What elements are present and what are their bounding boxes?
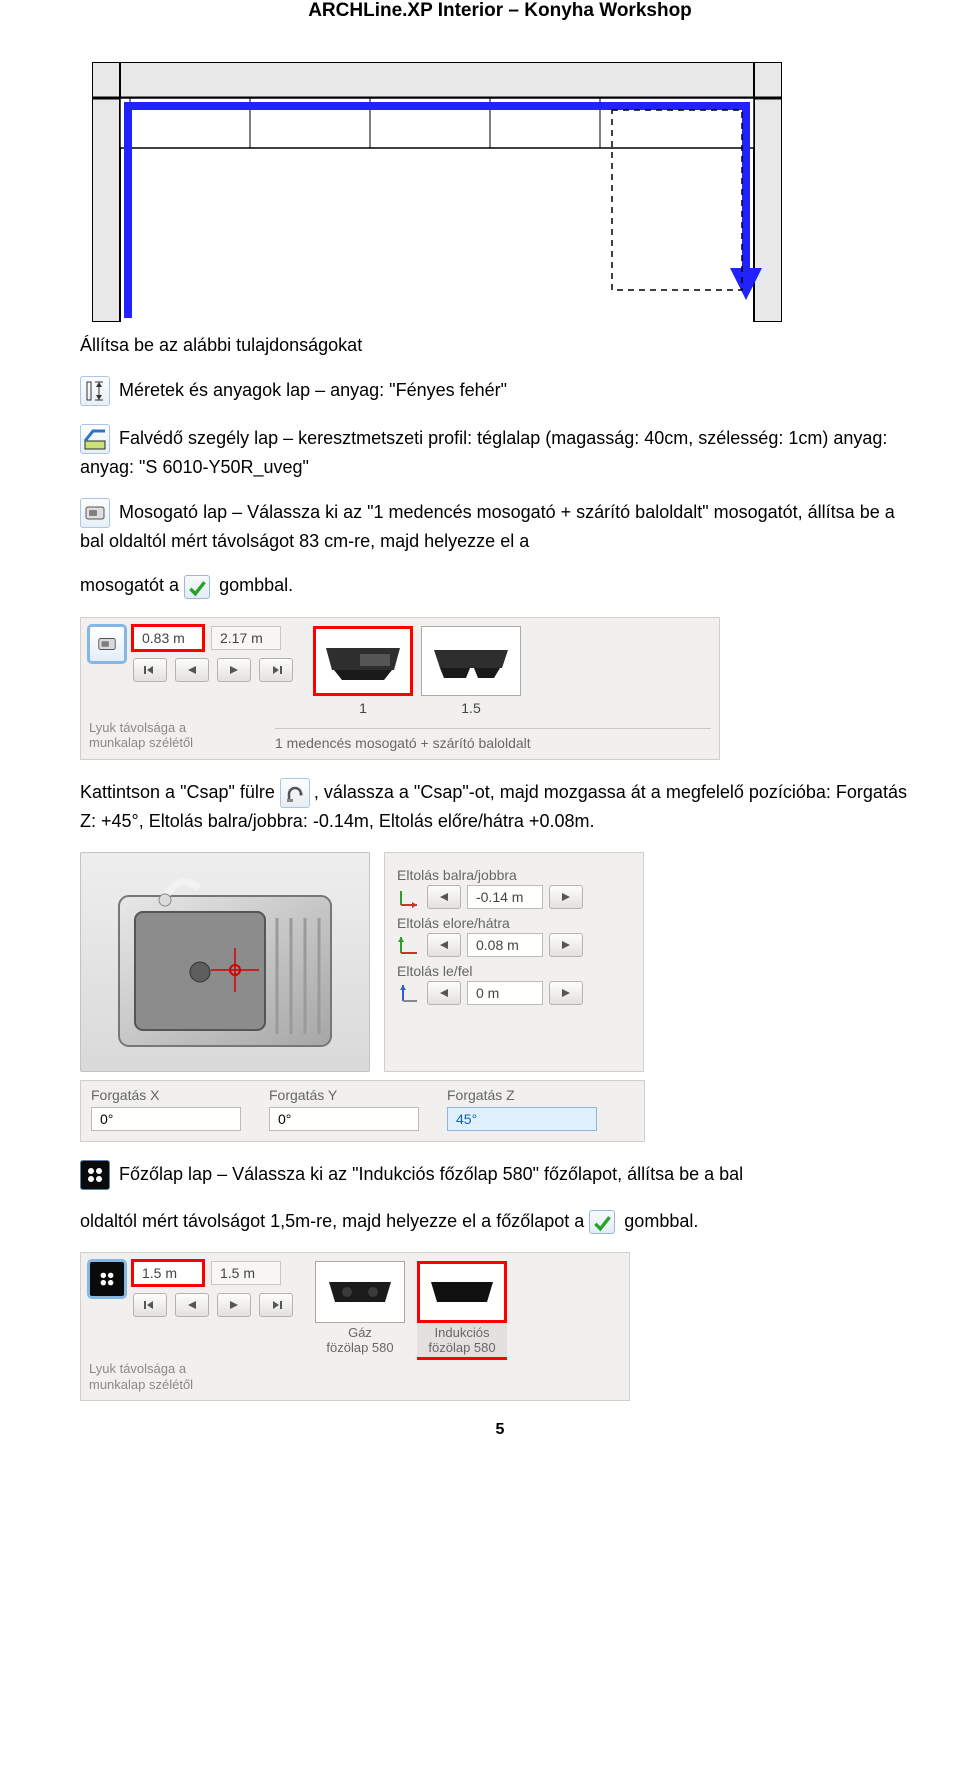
caption-text: munkalap szélétől (89, 1377, 259, 1393)
distance-right-field[interactable]: 2.17 m (211, 626, 281, 650)
offset-lr-field[interactable]: -0.14 m (467, 885, 543, 909)
paragraph: Mosogató lap – Válassza ki az "1 medencé… (80, 498, 920, 554)
variant-label: 1 (359, 700, 367, 716)
page-number: 5 (80, 1401, 920, 1439)
cooktop-induction-label: Indukciósfözölap 580 (417, 1323, 507, 1359)
arrow-left-button[interactable] (175, 1293, 209, 1317)
axis-x-icon (397, 885, 421, 909)
text: Méretek és anyagok lap – anyag: "Fényes … (119, 380, 507, 400)
axis-z-icon (397, 981, 421, 1005)
cooktop-panel: 1.5 m 1.5 m (80, 1252, 630, 1401)
backsplash-tab-icon (80, 424, 110, 454)
inc-button[interactable] (549, 885, 583, 909)
arrow-left-start-button[interactable] (133, 658, 167, 682)
paragraph: Főzőlap lap – Válassza ki az "Indukciós … (80, 1160, 920, 1190)
offset-fb-field[interactable]: 0.08 m (467, 933, 543, 957)
offset-fb-label: Eltolás elore/hátra (397, 915, 631, 931)
text: Kattintson a "Csap" fülre (80, 781, 280, 801)
cooktop-distance-right-field[interactable]: 1.5 m (211, 1261, 281, 1285)
sink-description: 1 medencés mosogató + szárító baloldalt (275, 728, 711, 751)
faucet-tab-icon (280, 778, 310, 808)
tap-panel: Eltolás balra/jobbra -0.14 m Eltolás elo… (80, 852, 920, 1072)
cooktop-distance-left-field[interactable]: 1.5 m (133, 1261, 203, 1285)
paragraph: Méretek és anyagok lap – anyag: "Fényes … (80, 376, 920, 406)
cooktop-gas-label: Gázfözölap 580 (315, 1323, 405, 1359)
text: gombbal. (219, 575, 293, 595)
text: oldaltól mért távolságot 1,5m-re, majd h… (80, 1211, 584, 1231)
text: Főzőlap lap – Válassza ki az "Indukciós … (119, 1164, 743, 1184)
sink-category-button[interactable] (89, 626, 125, 662)
text: gombbal. (624, 1211, 698, 1231)
text: Mosogató lap – Válassza ki az "1 medencé… (80, 502, 895, 551)
inc-button[interactable] (549, 933, 583, 957)
arrow-right-button[interactable] (217, 658, 251, 682)
arrow-right-button[interactable] (217, 1293, 251, 1317)
paragraph: mosogatót a gombbal. (80, 572, 920, 598)
rot-z-field[interactable]: 45° (447, 1107, 597, 1131)
rot-y-field[interactable]: 0° (269, 1107, 419, 1131)
caption-text: Lyuk távolsága a (89, 720, 259, 736)
axis-y-icon (397, 933, 421, 957)
dec-button[interactable] (427, 981, 461, 1005)
dec-button[interactable] (427, 933, 461, 957)
caption-text: Lyuk távolsága a (89, 1361, 259, 1377)
rot-y-label: Forgatás Y (269, 1087, 419, 1103)
sink-variant-1-tile[interactable] (313, 626, 413, 696)
dec-button[interactable] (427, 885, 461, 909)
sink-render-preview (80, 852, 370, 1072)
cooktop-category-button[interactable] (89, 1261, 125, 1297)
plan-diagram (92, 62, 920, 322)
paragraph: Falvédő szegély lap – keresztmetszeti pr… (80, 424, 920, 480)
rot-z-label: Forgatás Z (447, 1087, 597, 1103)
caption-text: munkalap szélétől (89, 735, 259, 751)
cooktop-tab-icon (80, 1160, 110, 1190)
variant-label: 1.5 (461, 700, 480, 716)
cooktop-induction-tile[interactable] (417, 1261, 507, 1323)
text: mosogatót a (80, 575, 179, 595)
cooktop-gas-tile[interactable] (315, 1261, 405, 1323)
inc-button[interactable] (549, 981, 583, 1005)
arrow-left-start-button[interactable] (133, 1293, 167, 1317)
offset-lr-label: Eltolás balra/jobbra (397, 867, 631, 883)
rotation-panel: Forgatás X 0° Forgatás Y 0° Forgatás Z 4… (80, 1080, 645, 1142)
text: Falvédő szegély lap – keresztmetszeti pr… (80, 428, 887, 477)
paragraph: oldaltól mért távolságot 1,5m-re, majd h… (80, 1208, 920, 1234)
dimensions-tab-icon (80, 376, 110, 406)
page-title: ARCHLine.XP Interior – Konyha Workshop (80, 0, 920, 22)
arrow-left-button[interactable] (175, 658, 209, 682)
sink-panel: 0.83 m 2.17 m (80, 617, 720, 760)
section-heading: Állítsa be az alábbi tulajdonságokat (80, 332, 920, 358)
confirm-check-icon (184, 575, 210, 599)
offset-ud-field[interactable]: 0 m (467, 981, 543, 1005)
confirm-check-icon (589, 1210, 615, 1234)
arrow-right-end-button[interactable] (259, 1293, 293, 1317)
rot-x-label: Forgatás X (91, 1087, 241, 1103)
distance-left-field[interactable]: 0.83 m (133, 626, 203, 650)
paragraph: Kattintson a "Csap" fülre , válassza a "… (80, 778, 920, 834)
sink-variant-1-5-tile[interactable] (421, 626, 521, 696)
sink-tab-icon (80, 498, 110, 528)
arrow-right-end-button[interactable] (259, 658, 293, 682)
rot-x-field[interactable]: 0° (91, 1107, 241, 1131)
offset-ud-label: Eltolás le/fel (397, 963, 631, 979)
